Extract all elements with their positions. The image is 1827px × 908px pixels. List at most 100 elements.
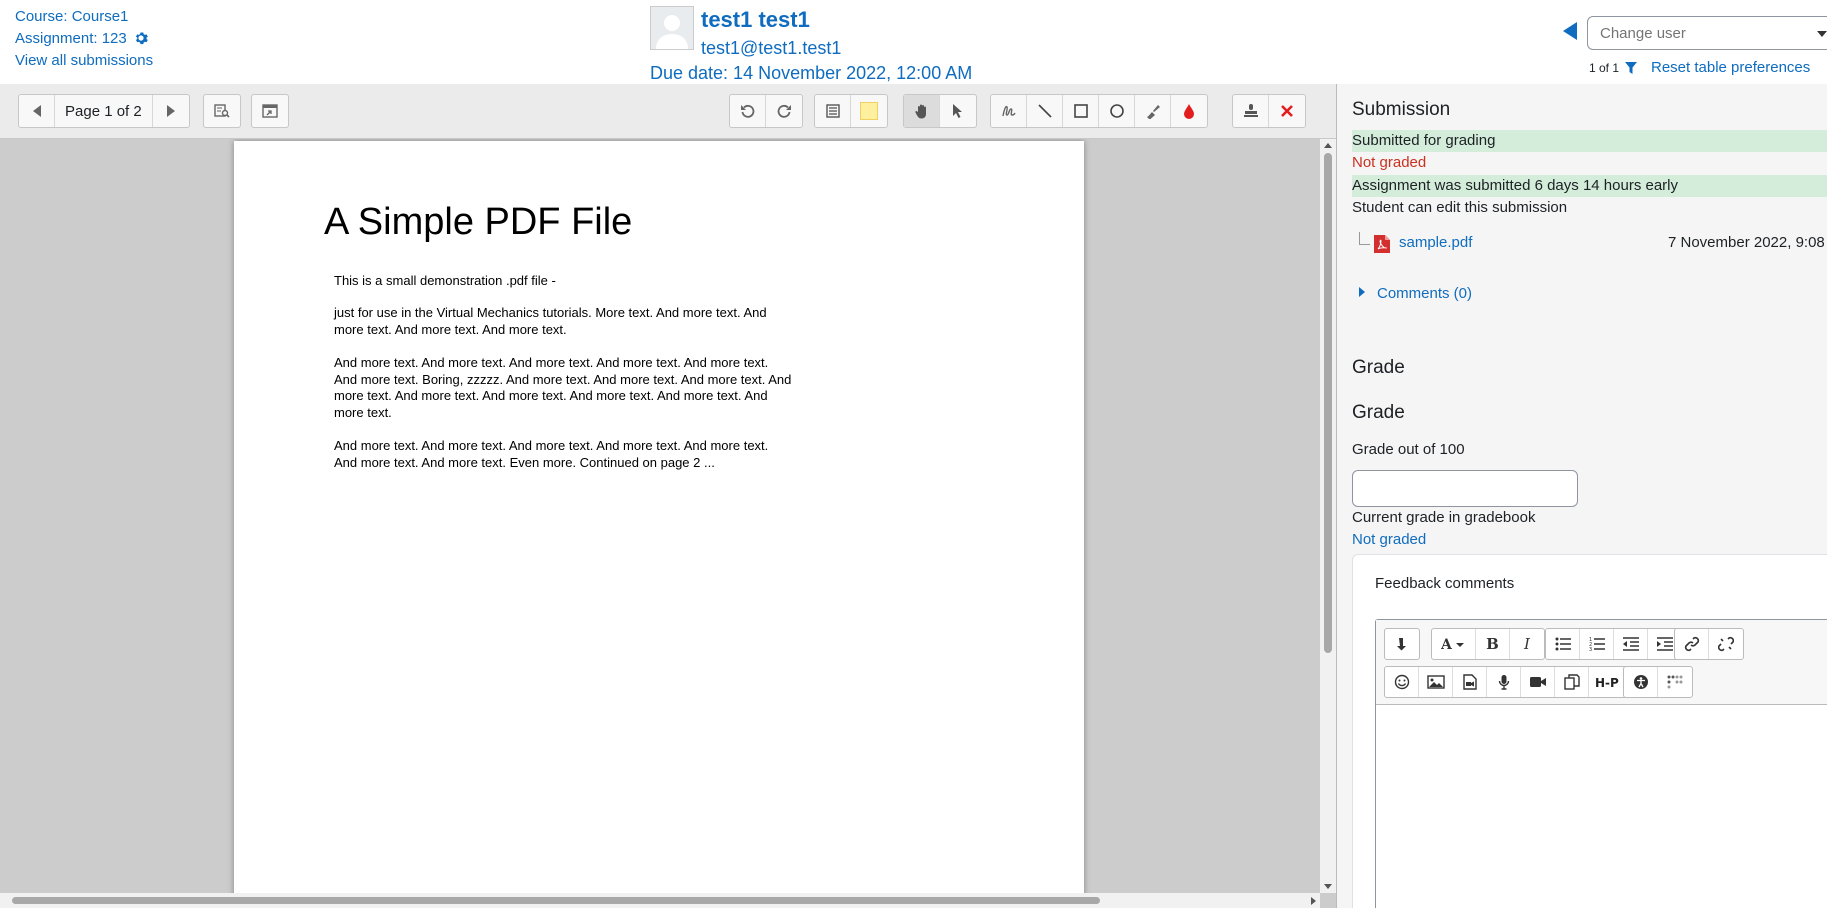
pdf-toolbar: Page 1 of 2 [0,84,1336,139]
pdf-page[interactable]: A Simple PDF File This is a small demons… [234,141,1084,893]
caret-right-icon [1359,287,1365,297]
current-grade-link[interactable]: Not graded [1352,531,1426,548]
time-remaining-status: Assignment was submitted 6 days 14 hours… [1352,175,1827,197]
horizontal-scrollbar[interactable] [0,893,1320,908]
manage-files-icon[interactable] [1555,667,1589,697]
pdf-title: A Simple PDF File [324,201,633,243]
page-select[interactable]: Page 1 of 2 [55,95,153,127]
previous-user-icon[interactable] [1563,22,1577,40]
outdent-icon[interactable] [1614,629,1648,659]
pdf-paragraph: And more text. And more text. And more t… [334,438,769,470]
grade-heading: Grade [1352,357,1405,378]
chevron-down-icon[interactable] [1817,31,1827,37]
video-icon[interactable] [1521,667,1555,697]
svg-text:3: 3 [1589,647,1592,651]
pdf-file-icon [1373,234,1391,258]
screenreader-helper-icon[interactable] [1658,667,1692,697]
colour-picker-icon[interactable] [1171,95,1207,127]
user-email-link[interactable]: test1@test1.test1 [701,38,841,59]
user-count: 1 of 1 [1589,61,1620,75]
user-name-link[interactable]: test1 test1 [701,7,810,33]
feedback-comments-label: Feedback comments [1375,575,1515,592]
media-file-icon[interactable] [1453,667,1487,697]
feedback-editor: A B I 123 H-P [1375,619,1827,908]
tree-connector [1359,232,1370,245]
accessibility-checker-icon[interactable] [1624,667,1658,697]
unlink-icon[interactable] [1709,629,1743,659]
rotate-left-icon[interactable] [730,95,766,127]
gear-icon[interactable] [134,30,148,52]
user-navigation: 1 of 1 Reset table preferences [1547,16,1827,76]
grading-status: Not graded [1352,154,1427,171]
stamp-icon[interactable] [1233,95,1269,127]
course-link[interactable]: Course: Course1 [15,8,128,25]
microphone-icon[interactable] [1487,667,1521,697]
current-grade-label: Current grade in gradebook [1352,509,1536,526]
pdf-paragraph: And more text. And more text. And more t… [334,355,792,420]
grading-panel: Submission Submitted for grading Not gra… [1337,84,1827,908]
link-group [1674,628,1744,660]
comments-label: Comments (0) [1377,285,1473,302]
comment-colour-icon[interactable] [851,95,887,127]
comments-toggle[interactable]: Comments (0) [1359,285,1472,302]
stamp-group [1232,94,1306,128]
grade-out-of-label: Grade out of 100 [1352,441,1465,458]
search-comments-icon[interactable] [204,95,240,127]
edit-status: Student can edit this submission [1352,199,1568,216]
feedback-comments-section: Feedback comments A B I 1 2 3 H-P [1352,554,1827,908]
delete-annotation-icon[interactable] [1269,95,1305,127]
line-icon[interactable] [1027,95,1063,127]
list-group: 123 [1545,628,1683,660]
rotate-right-icon[interactable] [766,95,802,127]
pdf-editor: Page 1 of 2 A Simple PDF File This is a … [0,84,1337,908]
media-group: H-P [1384,666,1630,698]
search-comments-group [203,94,241,128]
pdf-viewer[interactable]: A Simple PDF File This is a small demons… [0,139,1320,893]
change-user-input[interactable] [1587,16,1827,50]
italic-icon[interactable]: I [1510,629,1544,659]
next-page-button[interactable] [153,95,189,127]
file-link[interactable]: sample.pdf [1399,234,1472,251]
accessibility-group [1623,666,1693,698]
previous-page-button[interactable] [19,95,55,127]
toolbar-toggle-group [1384,628,1420,660]
grade-subheading: Grade [1352,402,1405,423]
toolbar-toggle-icon[interactable] [1385,629,1419,659]
submission-file: sample.pdf 7 November 2022, 9:08 AM [1359,232,1827,256]
vertical-scrollbar[interactable] [1320,139,1336,893]
submission-heading: Submission [1352,99,1451,120]
assignment-link[interactable]: Assignment: 123 [15,30,127,47]
editor-content-area[interactable] [1376,705,1827,908]
view-all-submissions-link[interactable]: View all submissions [15,52,153,69]
pdf-paragraph: This is a small demonstration .pdf file … [334,273,556,288]
paragraph-styles-icon[interactable]: A [1432,629,1476,659]
file-date: 7 November 2022, 9:08 AM [1668,234,1827,251]
pdf-paragraph: just for use in the Virtual Mechanics tu… [334,305,767,337]
rotate-group [729,94,803,128]
highlighter-icon[interactable] [1135,95,1171,127]
link-icon[interactable] [1675,629,1709,659]
unordered-list-icon[interactable] [1546,629,1580,659]
svg-text:H-P: H-P [1595,676,1619,689]
image-icon[interactable] [1419,667,1453,697]
expand-icon[interactable] [252,95,288,127]
page-header: Course: Course1 Assignment: 123 View all… [0,0,1827,85]
avatar[interactable] [650,6,694,50]
bold-icon[interactable]: B [1476,629,1510,659]
pen-icon[interactable] [991,95,1027,127]
comment-group [814,94,888,128]
annotation-tools-group [990,94,1208,128]
rectangle-icon[interactable] [1063,95,1099,127]
expand-group [251,94,289,128]
pan-select-group [903,94,977,128]
comment-icon[interactable] [815,95,851,127]
emoticon-icon[interactable] [1385,667,1419,697]
reset-table-preferences-link[interactable]: Reset table preferences [1651,59,1810,76]
select-cursor-icon[interactable] [940,95,976,127]
grade-input[interactable] [1352,470,1578,507]
filter-icon[interactable] [1625,61,1637,78]
ordered-list-icon[interactable]: 123 [1580,629,1614,659]
svg-text:A: A [1441,637,1453,651]
oval-icon[interactable] [1099,95,1135,127]
hand-pan-icon[interactable] [904,95,940,127]
